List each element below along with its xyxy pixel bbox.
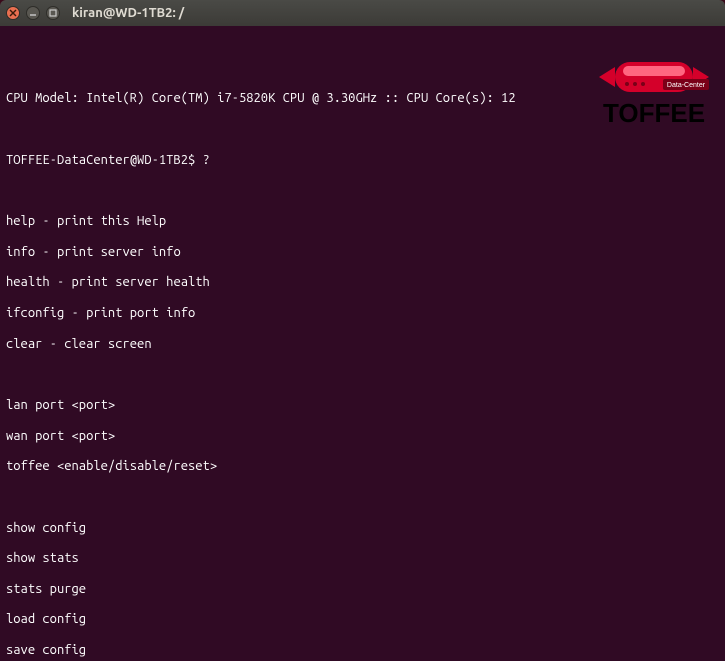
output-line: stats purge <box>6 582 719 597</box>
output-line: help - print this Help <box>6 214 719 229</box>
window-title: kiran@WD-1TB2: / <box>72 6 184 20</box>
output-line: clear - clear screen <box>6 337 719 352</box>
logo-badge-text: Data-Center <box>667 82 706 89</box>
terminal[interactable]: Data-Center TOFFEE CPU Model: Intel(R) C… <box>0 26 725 661</box>
output-line: load config <box>6 612 719 627</box>
command-text: ? <box>203 153 210 167</box>
output-line: save config <box>6 643 719 658</box>
output-line: wan port <port> <box>6 429 719 444</box>
output-line: lan port <port> <box>6 398 719 413</box>
output-line: show config <box>6 521 719 536</box>
minimize-icon[interactable] <box>26 6 40 20</box>
output-line: show stats <box>6 551 719 566</box>
maximize-icon[interactable] <box>46 6 60 20</box>
output-line: CPU Model: Intel(R) Core(TM) i7-5820K CP… <box>6 91 719 106</box>
output-line: toffee <enable/disable/reset> <box>6 459 719 474</box>
output-line: info - print server info <box>6 245 719 260</box>
output-line: health - print server health <box>6 275 719 290</box>
prompt: TOFFEE-DataCenter@WD-1TB2$ <box>6 153 203 167</box>
window-titlebar: kiran@WD-1TB2: / <box>0 0 725 26</box>
output-line: ifconfig - print port info <box>6 306 719 321</box>
close-icon[interactable] <box>6 6 20 20</box>
